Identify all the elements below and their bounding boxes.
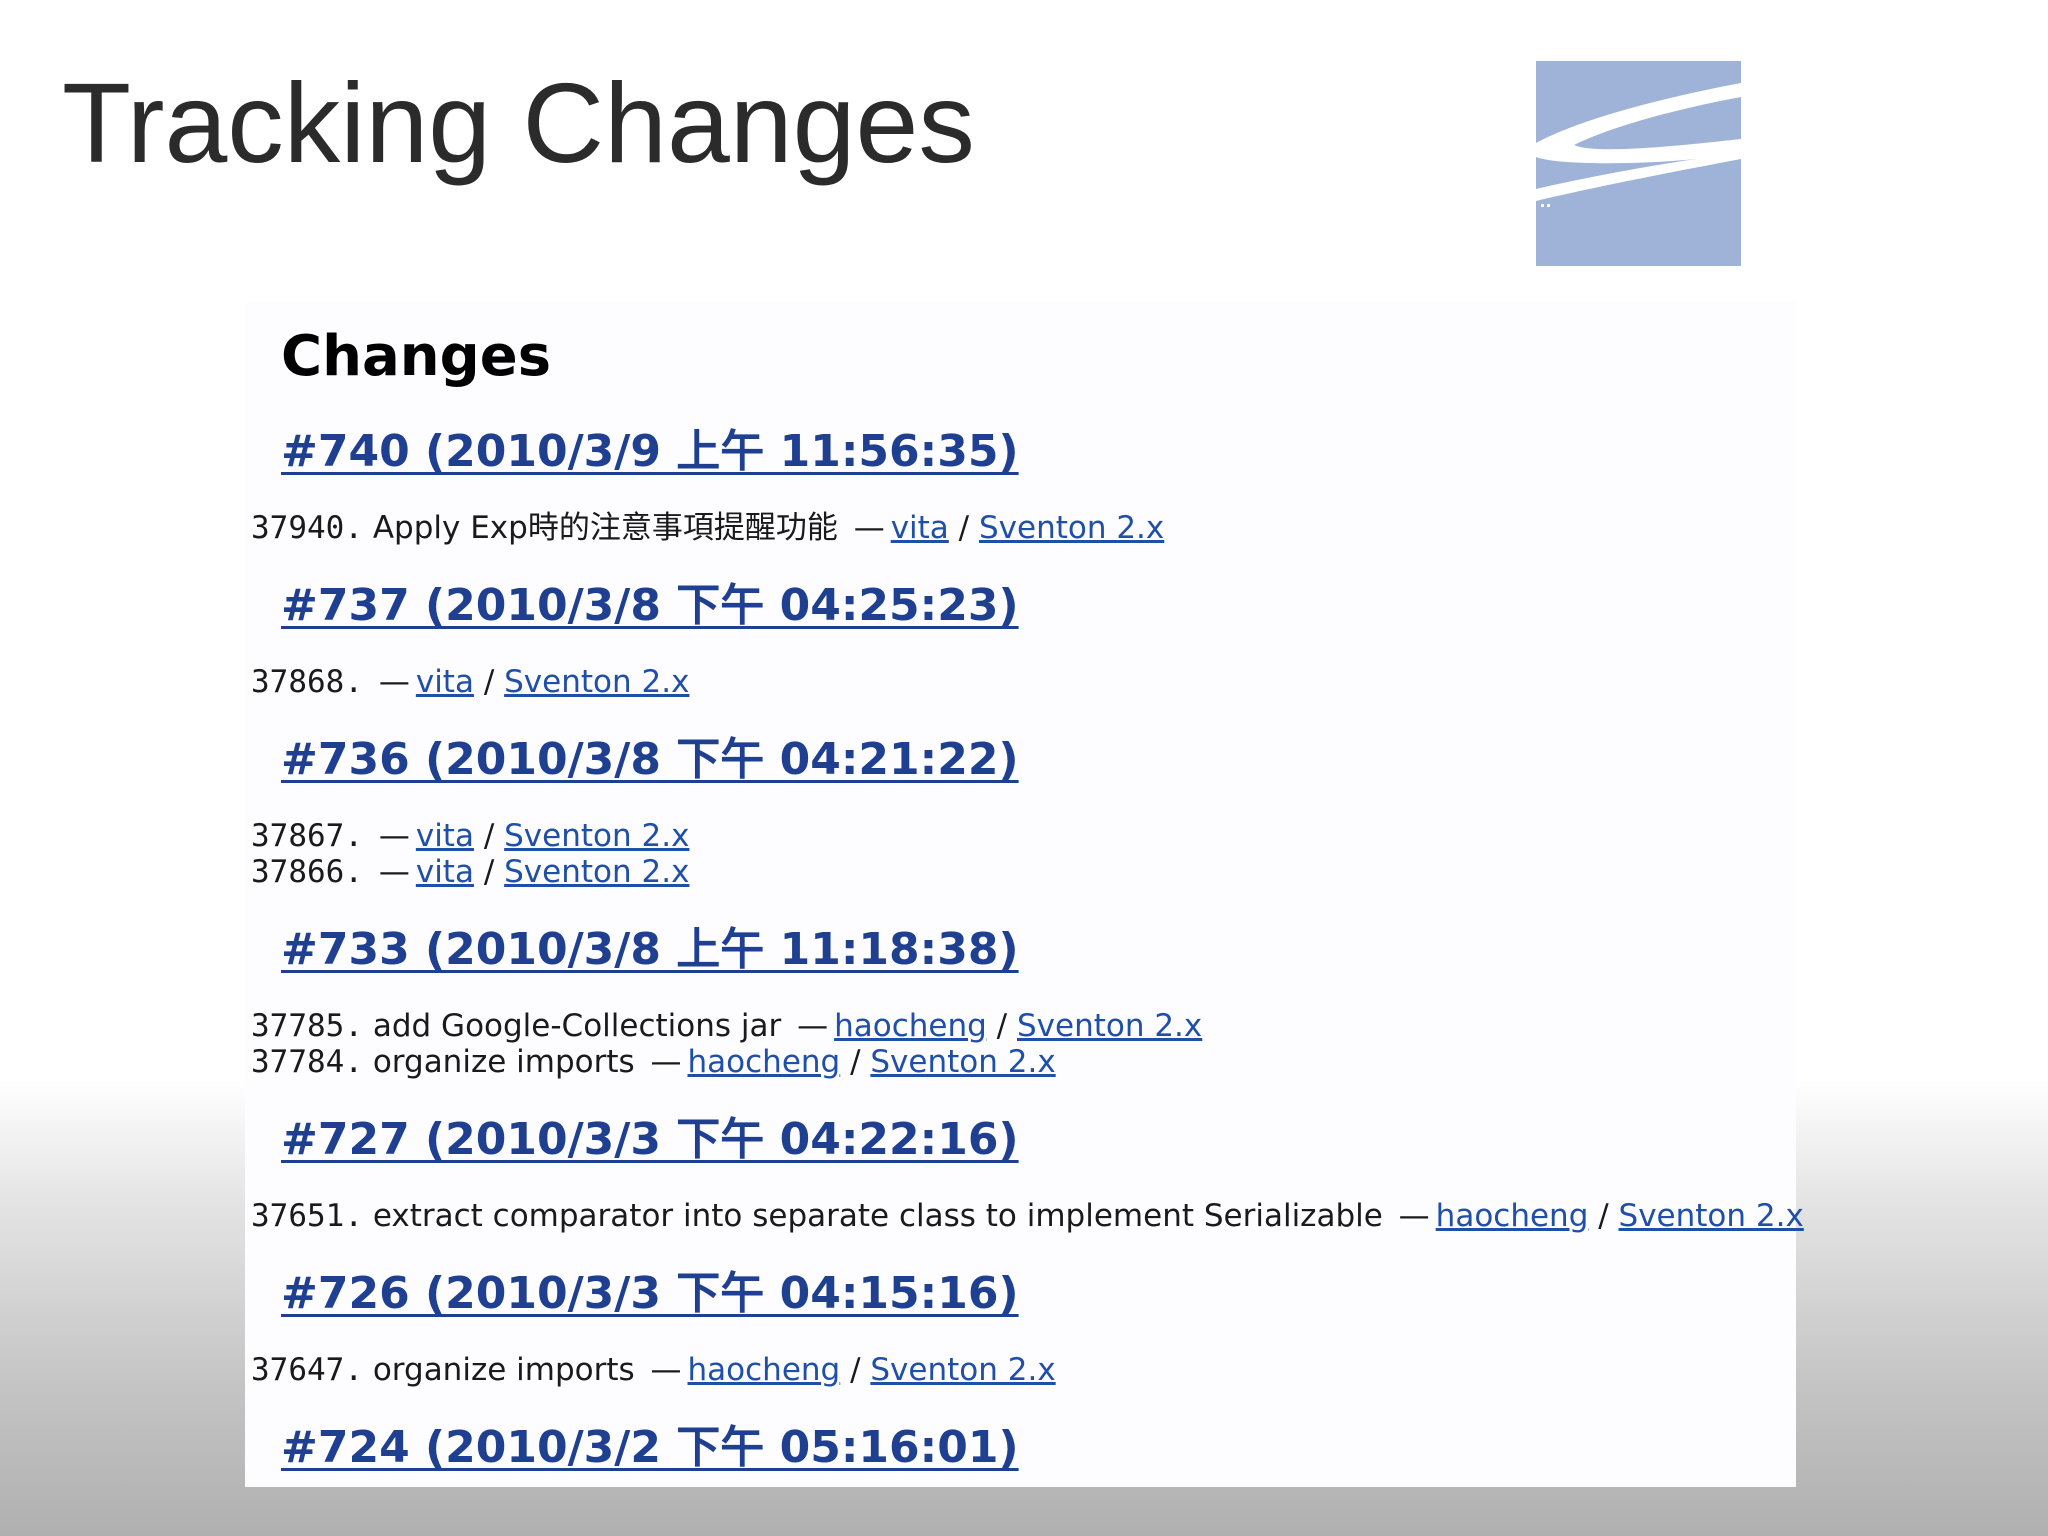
- commit-message: organize imports: [372, 1044, 635, 1080]
- build-link-727[interactable]: #727 (2010/3/3 下午 04:22:16): [281, 1112, 1019, 1168]
- project-link[interactable]: Sventon 2.x: [870, 1352, 1055, 1388]
- change-entry: 37868. — vita / Sventon 2.x: [251, 664, 690, 700]
- change-entry: 37651. extract comparator into separate …: [251, 1198, 1804, 1234]
- change-entry: 37940. Apply Exp時的注意事項提醒功能 — vita / Svent…: [251, 510, 1165, 546]
- revision-number: 37785.: [251, 1008, 363, 1044]
- user-link[interactable]: vita: [416, 854, 474, 890]
- changes-screenshot: Changes #740 (2010/3/9 上午 11:56:35) 3794…: [245, 302, 1804, 1487]
- revision-number: 37867.: [251, 818, 363, 854]
- change-entry: 37647. organize imports — haocheng / Sven…: [251, 1352, 1056, 1388]
- project-link[interactable]: Sventon 2.x: [504, 854, 689, 890]
- revision-number: 37940.: [251, 510, 363, 546]
- revision-number: 37784.: [251, 1044, 363, 1080]
- project-link[interactable]: Sventon 2.x: [870, 1044, 1055, 1080]
- project-link[interactable]: Sventon 2.x: [504, 664, 689, 700]
- user-link[interactable]: haocheng: [688, 1352, 841, 1388]
- build-link-724[interactable]: #724 (2010/3/2 下午 05:16:01): [281, 1420, 1019, 1476]
- build-link-737[interactable]: #737 (2010/3/8 下午 04:25:23): [281, 578, 1019, 634]
- user-link[interactable]: vita: [416, 664, 474, 700]
- user-link[interactable]: vita: [416, 818, 474, 854]
- build-link-740[interactable]: #740 (2010/3/9 上午 11:56:35): [281, 424, 1019, 480]
- project-link[interactable]: Sventon 2.x: [504, 818, 689, 854]
- project-link[interactable]: Sventon 2.x: [1017, 1008, 1202, 1044]
- change-entry: 37784. organize imports — haocheng / Sven…: [251, 1044, 1056, 1080]
- project-link[interactable]: Sventon 2.x: [1619, 1198, 1804, 1234]
- commit-message: Apply Exp時的注意事項提醒功能: [372, 510, 838, 546]
- revision-number: 37868.: [251, 664, 363, 700]
- change-entry: 37785. add Google-Collections jar — haoch…: [251, 1008, 1203, 1044]
- revision-number: 37866.: [251, 854, 363, 890]
- change-entry: 37866. — vita / Sventon 2.x: [251, 854, 690, 890]
- project-link[interactable]: Sventon 2.x: [979, 510, 1164, 546]
- changes-heading: Changes: [281, 324, 552, 389]
- user-link[interactable]: haocheng: [834, 1008, 987, 1044]
- revision-number: 37647.: [251, 1352, 363, 1388]
- build-link-733[interactable]: #733 (2010/3/8 上午 11:18:38): [281, 922, 1019, 978]
- change-entry: 37867. — vita / Sventon 2.x: [251, 818, 690, 854]
- build-link-736[interactable]: #736 (2010/3/8 下午 04:21:22): [281, 732, 1019, 788]
- build-link-726[interactable]: #726 (2010/3/3 下午 04:15:16): [281, 1266, 1019, 1322]
- user-link[interactable]: haocheng: [1436, 1198, 1589, 1234]
- revision-number: 37651.: [251, 1198, 363, 1234]
- user-link[interactable]: vita: [891, 510, 949, 546]
- slide-title: Tracking Changes: [62, 60, 975, 186]
- user-link[interactable]: haocheng: [688, 1044, 841, 1080]
- sventon-logo-icon: [1536, 61, 1741, 266]
- commit-message: extract comparator into separate class t…: [372, 1198, 1383, 1234]
- commit-message: add Google-Collections jar: [372, 1008, 782, 1044]
- commit-message: organize imports: [372, 1352, 635, 1388]
